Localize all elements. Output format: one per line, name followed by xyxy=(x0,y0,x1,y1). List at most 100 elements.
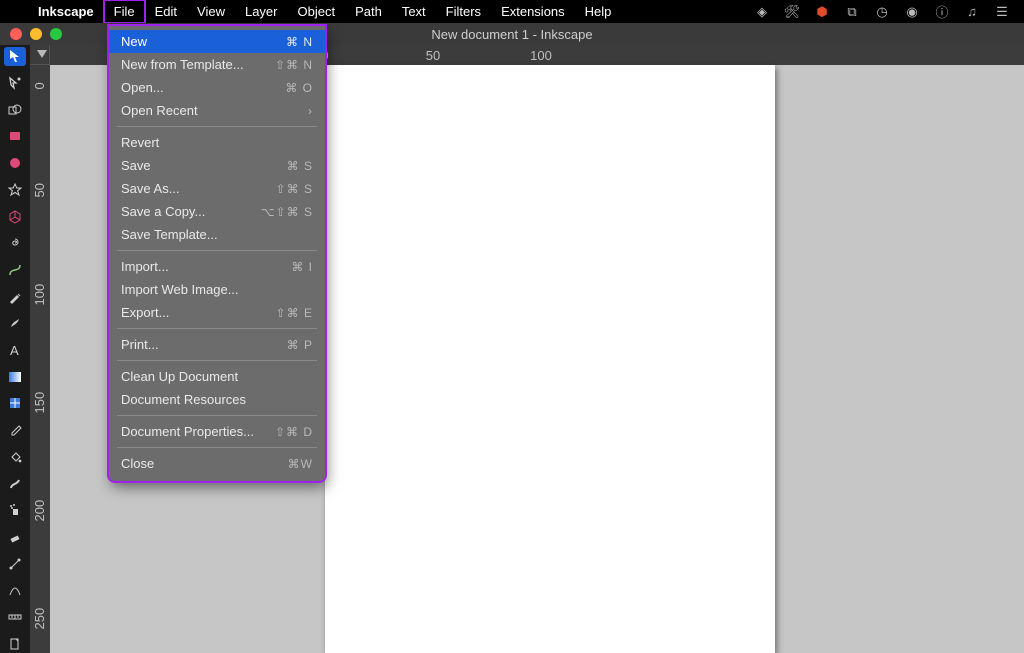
record-icon[interactable]: ◉ xyxy=(904,4,920,20)
menu-path[interactable]: Path xyxy=(345,0,392,23)
menu-separator xyxy=(117,360,317,361)
menu-file[interactable]: File xyxy=(104,0,145,23)
menu-item-shortcut: ⌥⇧⌘ S xyxy=(261,205,313,219)
menu-item-label: Import Web Image... xyxy=(121,282,239,297)
menu-item-label: Document Properties... xyxy=(121,424,254,439)
left-toolbox: A xyxy=(0,45,30,653)
ruler-h-label: 100 xyxy=(530,48,552,63)
tool-node[interactable] xyxy=(4,74,26,93)
menu-item-label: Save xyxy=(121,158,151,173)
tool-calligraphy[interactable] xyxy=(4,314,26,333)
menu-filters[interactable]: Filters xyxy=(436,0,491,23)
menu-item-label: Export... xyxy=(121,305,169,320)
menu-layer[interactable]: Layer xyxy=(235,0,288,23)
menu-item-document-resources[interactable]: Document Resources xyxy=(109,388,325,411)
tool-text[interactable]: A xyxy=(4,341,26,360)
menu-separator xyxy=(117,415,317,416)
tool-shape-builder[interactable] xyxy=(4,100,26,119)
menu-item-label: Import... xyxy=(121,259,169,274)
menu-text[interactable]: Text xyxy=(392,0,436,23)
menu-separator xyxy=(117,250,317,251)
menu-item-save-as[interactable]: Save As... ⇧⌘ S xyxy=(109,177,325,200)
menu-item-open-recent[interactable]: Open Recent › xyxy=(109,99,325,122)
menu-item-new[interactable]: New ⌘ N xyxy=(109,30,325,53)
app-name[interactable]: Inkscape xyxy=(28,4,104,19)
menu-item-open[interactable]: Open... ⌘ O xyxy=(109,76,325,99)
svg-text:A: A xyxy=(10,343,19,357)
tool-connector[interactable] xyxy=(4,554,26,573)
submenu-arrow-icon: › xyxy=(308,104,313,118)
tool-spray[interactable] xyxy=(4,501,26,520)
menu-item-shortcut: ⌘ S xyxy=(287,159,313,173)
tool-lpe[interactable] xyxy=(4,581,26,600)
menu-item-shortcut: ⌘ O xyxy=(285,81,313,95)
menu-item-document-properties[interactable]: Document Properties... ⇧⌘ D xyxy=(109,420,325,443)
menu-item-shortcut: ⇧⌘ E xyxy=(276,306,313,320)
wrench-icon[interactable]: 🛠 xyxy=(784,4,800,20)
stage-manager-icon[interactable]: ⧉ xyxy=(844,4,860,20)
clock-icon[interactable]: ◷ xyxy=(874,4,890,20)
menu-item-label: Save As... xyxy=(121,181,180,196)
menu-item-save-a-copy[interactable]: Save a Copy... ⌥⇧⌘ S xyxy=(109,200,325,223)
menu-item-close[interactable]: Close ⌘W xyxy=(109,452,325,475)
info-icon[interactable]: ⓘ xyxy=(934,4,950,20)
more-icon[interactable]: ☰ xyxy=(994,4,1010,20)
menu-object[interactable]: Object xyxy=(288,0,346,23)
menu-item-import-web-image[interactable]: Import Web Image... xyxy=(109,278,325,301)
tool-measure[interactable] xyxy=(4,608,26,627)
menu-item-label: Print... xyxy=(121,337,159,352)
menu-item-save[interactable]: Save ⌘ S xyxy=(109,154,325,177)
tool-spiral[interactable] xyxy=(4,234,26,253)
menu-item-label: Save Template... xyxy=(121,227,218,242)
menu-item-shortcut: ⌘ P xyxy=(287,338,313,352)
menu-item-save-template[interactable]: Save Template... xyxy=(109,223,325,246)
menu-item-new-from-template[interactable]: New from Template... ⇧⌘ N xyxy=(109,53,325,76)
menu-item-shortcut: ⇧⌘ D xyxy=(275,425,313,439)
menu-item-label: Save a Copy... xyxy=(121,204,205,219)
tool-paint-bucket[interactable] xyxy=(4,448,26,467)
menu-item-import[interactable]: Import... ⌘ I xyxy=(109,255,325,278)
shield-icon[interactable]: ⬢ xyxy=(814,4,830,20)
menubar-right: ◈ 🛠 ⬢ ⧉ ◷ ◉ ⓘ ♫ ☰ xyxy=(754,4,1024,20)
telegram-icon[interactable]: ◈ xyxy=(754,4,770,20)
menu-separator xyxy=(117,447,317,448)
ruler-v-label: 200 xyxy=(32,500,47,522)
tool-ellipse[interactable] xyxy=(4,154,26,173)
menu-item-export[interactable]: Export... ⇧⌘ E xyxy=(109,301,325,324)
tool-dropper[interactable] xyxy=(4,421,26,440)
ruler-corner-gutter: 0 50 100 150 200 250 xyxy=(30,45,50,653)
menu-item-label: Close xyxy=(121,456,154,471)
tool-bezier[interactable] xyxy=(4,261,26,280)
tool-gradient[interactable] xyxy=(4,367,26,386)
menu-item-label: Open Recent xyxy=(121,103,198,118)
menu-item-print[interactable]: Print... ⌘ P xyxy=(109,333,325,356)
headphones-icon[interactable]: ♫ xyxy=(964,4,980,20)
ruler-v-label: 0 xyxy=(32,82,47,89)
menu-item-label: Revert xyxy=(121,135,159,150)
menu-view[interactable]: View xyxy=(187,0,235,23)
vertical-ruler[interactable]: 0 50 100 150 200 250 xyxy=(30,65,50,653)
menu-item-shortcut: ⇧⌘ S xyxy=(276,182,313,196)
page[interactable] xyxy=(325,65,775,653)
ruler-corner[interactable] xyxy=(30,45,50,65)
menu-item-clean-up-document[interactable]: Clean Up Document xyxy=(109,365,325,388)
tool-pencil[interactable] xyxy=(4,287,26,306)
tool-pages[interactable] xyxy=(4,634,26,653)
mac-menubar: Inkscape File Edit View Layer Object Pat… xyxy=(0,0,1024,23)
tool-selector[interactable] xyxy=(4,47,26,66)
menu-item-revert[interactable]: Revert xyxy=(109,131,325,154)
tool-tweak[interactable] xyxy=(4,474,26,493)
menu-item-label: New xyxy=(121,34,147,49)
menu-help[interactable]: Help xyxy=(575,0,622,23)
tool-star[interactable] xyxy=(4,181,26,200)
tool-3dbox[interactable] xyxy=(4,207,26,226)
menu-item-label: Document Resources xyxy=(121,392,246,407)
menu-edit[interactable]: Edit xyxy=(145,0,187,23)
tool-rectangle[interactable] xyxy=(4,127,26,146)
menu-extensions[interactable]: Extensions xyxy=(491,0,575,23)
menu-item-shortcut: ⇧⌘ N xyxy=(275,58,313,72)
menu-item-label: Open... xyxy=(121,80,164,95)
menu-separator xyxy=(117,126,317,127)
tool-mesh[interactable] xyxy=(4,394,26,413)
tool-eraser[interactable] xyxy=(4,528,26,547)
